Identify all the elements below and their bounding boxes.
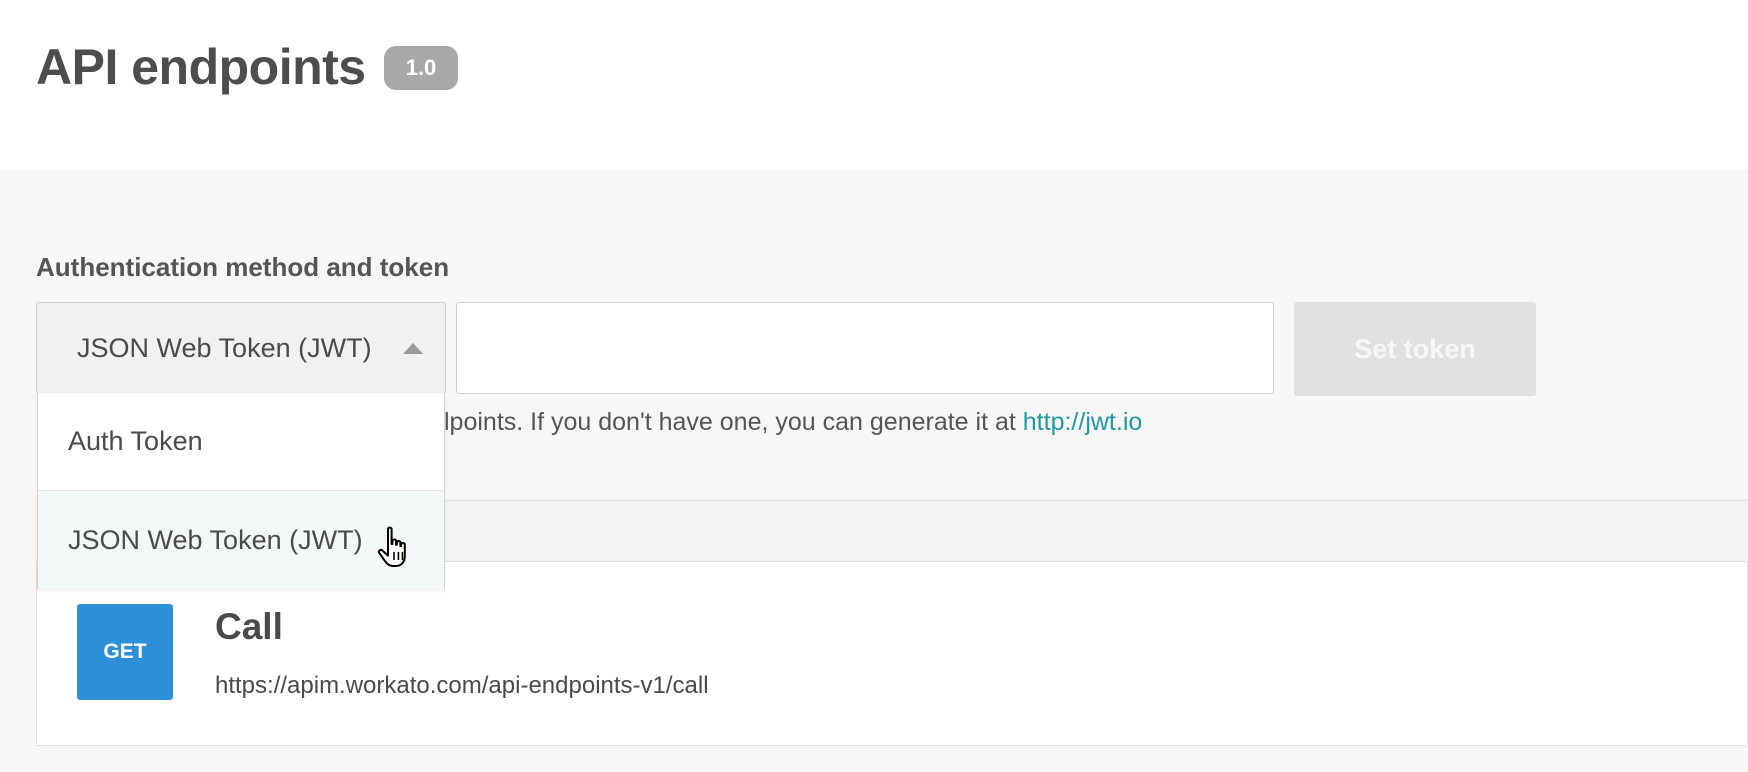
version-badge: 1.0 bbox=[384, 46, 458, 90]
auth-help-text-body: lpoints. If you don't have one, you can … bbox=[444, 408, 1023, 436]
dropdown-option-auth-token[interactable]: Auth Token bbox=[38, 393, 444, 491]
endpoint-card[interactable]: GET Call https://apim.workato.com/api-en… bbox=[36, 562, 1748, 746]
auth-section-label: Authentication method and token bbox=[36, 252, 450, 282]
jwt-io-link[interactable]: http://jwt.io bbox=[1023, 408, 1143, 436]
page-title: API endpoints bbox=[36, 39, 366, 95]
auth-help-text: lpoints. If you don't have one, you can … bbox=[444, 408, 1142, 437]
hand-cursor-icon bbox=[377, 526, 406, 567]
token-input[interactable] bbox=[456, 302, 1274, 394]
dropdown-option-label: JSON Web Token (JWT) bbox=[68, 524, 363, 555]
endpoint-url: https://apim.workato.com/api-endpoints-v… bbox=[215, 672, 709, 699]
page-header: API endpoints 1.0 bbox=[0, 0, 1748, 170]
endpoint-name[interactable]: Call bbox=[215, 606, 283, 648]
dropdown-option-label: Auth Token bbox=[68, 426, 203, 456]
caret-up-icon bbox=[403, 343, 423, 354]
auth-method-select[interactable]: JSON Web Token (JWT) bbox=[36, 302, 446, 394]
auth-method-selected-value: JSON Web Token (JWT) bbox=[77, 332, 372, 363]
http-method-badge: GET bbox=[77, 604, 173, 700]
set-token-button[interactable]: Set token bbox=[1294, 302, 1536, 396]
